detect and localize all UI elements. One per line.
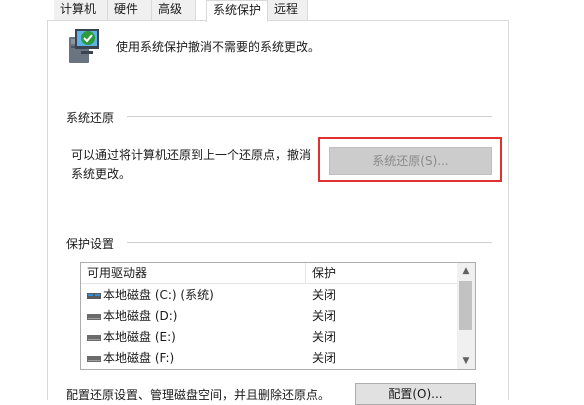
drive-name: 本地磁盘 (F:) xyxy=(103,351,175,365)
protection-section-title: 保护设置 xyxy=(66,235,121,252)
column-header-protection[interactable]: 保护 xyxy=(306,263,456,283)
protection-group-divider xyxy=(127,242,492,243)
protection-status: 关闭 xyxy=(312,288,337,302)
scrollbar-thumb[interactable] xyxy=(459,281,472,330)
list-scrollbar[interactable]: ▲ ▼ xyxy=(457,263,475,369)
red-highlight-box xyxy=(318,137,502,182)
restore-section-title: 系统还原 xyxy=(66,109,121,126)
tab-advanced[interactable]: 高级 xyxy=(152,0,196,20)
system-protection-icon xyxy=(69,29,99,63)
drive-row[interactable]: 本地磁盘 (D:) 关闭 xyxy=(81,306,459,327)
protection-status: 关闭 xyxy=(312,330,337,344)
tab-hardware[interactable]: 硬件 xyxy=(108,0,152,20)
drive-name: 本地磁盘 (C:) (系统) xyxy=(103,288,214,302)
configure-button[interactable]: 配置(O)... xyxy=(355,383,476,405)
tab-remote[interactable]: 远程 xyxy=(268,0,308,20)
column-header-drives[interactable]: 可用驱动器 xyxy=(81,263,305,283)
hard-drive-icon xyxy=(87,356,101,362)
protection-status: 关闭 xyxy=(312,351,337,365)
tab-computer-name[interactable]: 计算机名 xyxy=(54,0,108,35)
system-drive-icon xyxy=(87,293,101,299)
drive-list[interactable]: 可用驱动器 保护 本地磁盘 (C:) (系统) 关闭 本地磁盘 (D:) 关闭 xyxy=(80,262,476,370)
tab-system-protection[interactable]: 系统保护 xyxy=(206,0,268,22)
drive-row[interactable]: 本地磁盘 (C:) (系统) 关闭 xyxy=(81,285,459,306)
description-text: 使用系统保护撤消不需要的系统更改。 xyxy=(116,40,321,54)
restore-group-divider xyxy=(127,116,492,117)
restore-description: 可以通过将计算机还原到上一个还原点，撤消系统更改。 xyxy=(71,148,312,181)
hard-drive-icon xyxy=(87,335,101,341)
drive-name: 本地磁盘 (E:) xyxy=(103,330,176,344)
list-header: 可用驱动器 保护 xyxy=(81,263,459,284)
protection-status: 关闭 xyxy=(312,309,337,323)
drive-row[interactable]: 本地磁盘 (F:) 关闭 xyxy=(81,348,459,369)
drive-name: 本地磁盘 (D:) xyxy=(103,309,178,323)
configure-description: 配置还原设置、管理磁盘空间，并且删除还原点。 xyxy=(66,388,331,402)
hard-drive-icon xyxy=(87,314,101,320)
scroll-up-arrow-icon[interactable]: ▲ xyxy=(457,263,475,279)
drive-row[interactable]: 本地磁盘 (E:) 关闭 xyxy=(81,327,459,348)
scroll-down-arrow-icon[interactable]: ▼ xyxy=(457,353,475,369)
system-properties-window: 计算机名 硬件 高级 系统保护 远程 使用系统保护撤消不需要的系统更改。 系统还… xyxy=(0,0,584,405)
